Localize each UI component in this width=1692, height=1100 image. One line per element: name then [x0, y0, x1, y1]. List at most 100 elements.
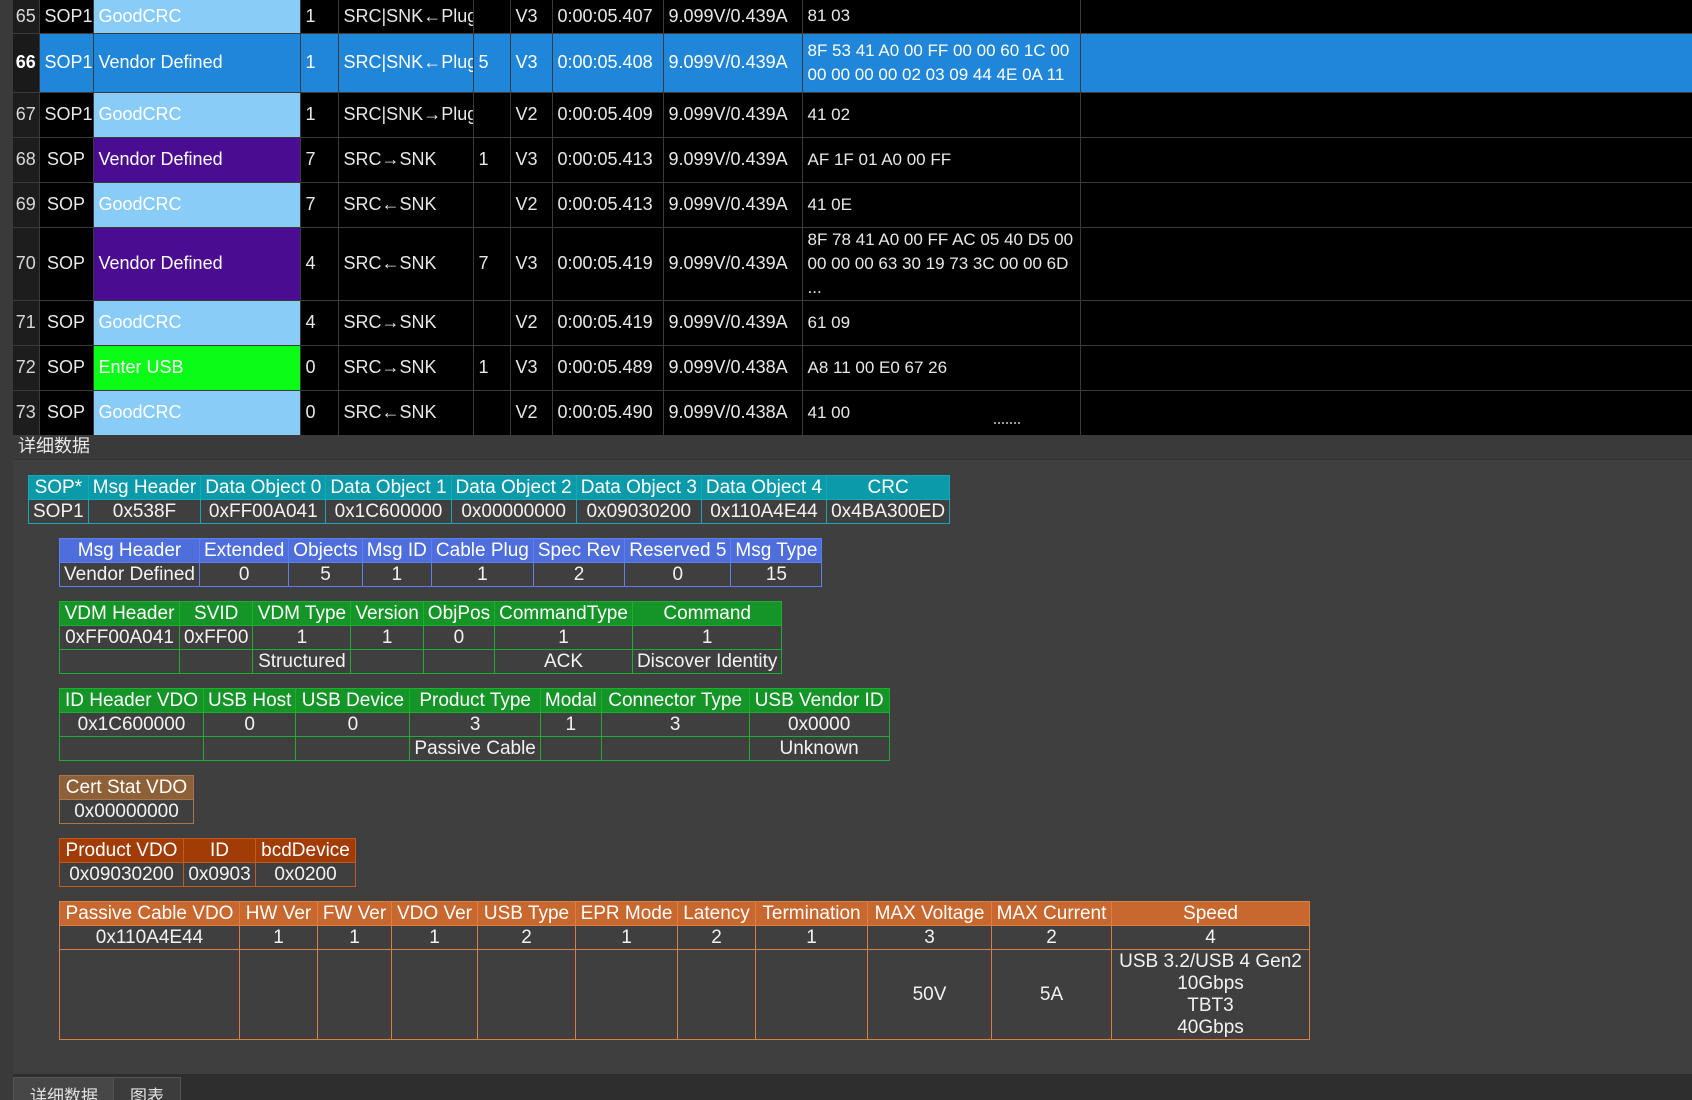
packet-row[interactable]: 70 SOP Vendor Defined 4 SRC←SNK 7 V3 0:00:05.41… — [13, 227, 1692, 301]
packet-index: 69 — [13, 182, 40, 228]
passive-cable-header-cell: Speed — [1111, 901, 1310, 926]
vdm-header-header-cell: Command — [631, 601, 783, 626]
packet-type: GoodCRC — [93, 92, 301, 138]
raw-value-cell: 0xFF00A041 — [200, 499, 327, 524]
msg-header-value-cell: 0 — [198, 562, 290, 587]
packet-vbus: 9.099V/0.439A — [663, 227, 803, 301]
passive-cable-header-cell: FW Ver — [317, 901, 392, 926]
msg-header-value-cell: Vendor Defined — [59, 562, 200, 587]
msg-header-header-cell: Msg Type — [730, 538, 823, 563]
vdm-header-header-cell: VDM Header — [59, 601, 180, 626]
product-header-cell: ID — [183, 838, 256, 863]
id-header-header-cell: USB Device — [295, 688, 411, 713]
passive-cable-value-cell: 1 — [391, 925, 478, 950]
packet-row[interactable]: 72 SOP Enter USB 0 SRC→SNK 1 V3 0:00:05.489 9.09… — [13, 345, 1692, 391]
packet-direction: SRC←SNK — [338, 182, 474, 228]
vdm-header-header-row: VDM Header SVID VDM Type Version ObjPos Comma… — [59, 601, 783, 626]
id-header-decoded-row: Passive Cable Unknown — [59, 736, 890, 761]
packet-direction: SRC→SNK — [338, 137, 474, 183]
passive-cable-header-cell: MAX Voltage — [867, 901, 992, 926]
id-header-decoded-cell — [600, 736, 750, 761]
packet-type: GoodCRC — [93, 390, 301, 436]
packet-rev: V3 — [510, 345, 553, 391]
packet-type: GoodCRC — [93, 300, 301, 346]
packet-row[interactable]: 73 SOP GoodCRC 0 SRC←SNK V2 0:00:05.490 9.099V/… — [13, 390, 1692, 436]
packet-sop: SOP1 — [39, 92, 94, 138]
passive-cable-decoded-cell — [317, 949, 392, 1040]
passive-cable-value-cell: 2 — [477, 925, 576, 950]
vdm-header-header-cell: CommandType — [494, 601, 633, 626]
packet-msg-id: 1 — [300, 92, 339, 138]
packet-msg-id: 1 — [300, 0, 339, 34]
vdm-header-header-cell: VDM Type — [252, 601, 352, 626]
raw-header-cell: Data Object 2 — [450, 475, 577, 500]
packet-direction: SRC←SNK — [338, 227, 474, 301]
packet-type: Vendor Defined — [93, 33, 301, 93]
packet-direction: SRC|SNK←Plug — [338, 0, 474, 34]
packet-list: 65 SOP1 GoodCRC 1 SRC|SNK←Plug V3 0:00:05.407 9… — [13, 0, 1692, 436]
msg-header-header-row: Msg Header Extended Objects Msg ID Cable Plu… — [59, 538, 823, 563]
packet-msg-id: 1 — [300, 33, 339, 93]
raw-header-cell: Data Object 4 — [700, 475, 828, 500]
vdm-header-decoded-cell — [59, 649, 180, 674]
packet-row[interactable]: 67 SOP1 GoodCRC 1 SRC|SNK→Plug V2 0:00:05.409 9… — [13, 92, 1692, 138]
packet-spare-cell — [1080, 33, 1692, 93]
passive-cable-decoded-cell: 5A — [991, 949, 1112, 1040]
raw-value-cell: 0x00000000 — [450, 499, 577, 524]
packet-objects — [473, 300, 511, 346]
product-vdo-table: Product VDO ID bcdDevice 0x09030200 0x0903 0… — [59, 838, 356, 887]
passive-cable-header-cell: HW Ver — [239, 901, 318, 926]
packet-vbus: 9.099V/0.438A — [663, 390, 803, 436]
passive-cable-value-cell: 2 — [677, 925, 756, 950]
passive-cable-header-cell: Passive Cable VDO — [59, 901, 240, 926]
passive-cable-value-cell: 4 — [1111, 925, 1310, 950]
packet-payload: 41 02 — [802, 92, 1081, 138]
packet-index: 72 — [13, 345, 40, 391]
packet-timestamp: 0:00:05.419 — [552, 227, 664, 301]
product-value-cell: 0x0200 — [255, 862, 356, 887]
raw-value-cell: 0x09030200 — [575, 499, 702, 524]
msg-header-header-cell: Msg ID — [361, 538, 432, 563]
tab-detail-data[interactable]: 详细数据 — [13, 1077, 115, 1100]
id-header-decoded-cell — [59, 736, 204, 761]
id-header-vdo-table: ID Header VDO USB Host USB Device Product T… — [59, 688, 890, 761]
packet-timestamp: 0:00:05.408 — [552, 33, 664, 93]
packet-direction: SRC|SNK←Plug — [338, 33, 474, 93]
cert-stat-value-cell: 0x00000000 — [59, 799, 194, 824]
packet-index: 68 — [13, 137, 40, 183]
packet-row[interactable]: 65 SOP1 GoodCRC 1 SRC|SNK←Plug V3 0:00:05.407 9… — [13, 0, 1692, 34]
packet-spare-cell — [1080, 300, 1692, 346]
vdm-header-header-cell: Version — [350, 601, 424, 626]
packet-payload: 81 03 — [802, 0, 1081, 34]
id-header-decoded-cell: Unknown — [748, 736, 890, 761]
packet-msg-id: 7 — [300, 182, 339, 228]
cert-stat-value-row: 0x00000000 — [59, 799, 194, 824]
packet-row[interactable]: 69 SOP GoodCRC 7 SRC←SNK V2 0:00:05.413 9.099V/… — [13, 182, 1692, 228]
cert-stat-header-cell: Cert Stat VDO — [59, 775, 194, 800]
passive-cable-decoded-cell — [59, 949, 240, 1040]
packet-row[interactable]: 66 SOP1 Vendor Defined 1 SRC|SNK←Plug 5 V3 0:00… — [13, 33, 1692, 93]
passive-cable-decoded-cell: 50V — [867, 949, 992, 1040]
packet-rev: V3 — [510, 33, 553, 93]
id-header-value-cell: 3 — [600, 712, 750, 737]
vdm-header-value-cell: 0xFF00 — [178, 625, 254, 650]
passive-cable-decoded-cell — [575, 949, 678, 1040]
packet-index: 65 — [13, 0, 40, 34]
passive-cable-header-cell: EPR Mode — [575, 901, 678, 926]
packet-row[interactable]: 71 SOP GoodCRC 4 SRC→SNK V2 0:00:05.419 9.099V/… — [13, 300, 1692, 346]
id-header-value-row: 0x1C600000 0 0 3 1 3 0x0000 — [59, 712, 890, 737]
packet-rev: V2 — [510, 92, 553, 138]
msg-header-header-cell: Spec Rev — [532, 538, 626, 563]
raw-header-cell: Data Object 0 — [200, 475, 327, 500]
raw-header-cell: SOP* — [28, 475, 89, 500]
passive-cable-header-cell: MAX Current — [991, 901, 1112, 926]
tab-chart[interactable]: 图表 — [113, 1077, 181, 1100]
packet-row[interactable]: 68 SOP Vendor Defined 7 SRC→SNK 1 V3 0:00:05.41… — [13, 137, 1692, 183]
packet-timestamp: 0:00:05.413 — [552, 137, 664, 183]
packet-objects — [473, 182, 511, 228]
packet-rev: V3 — [510, 137, 553, 183]
packet-payload: 61 09 — [802, 300, 1081, 346]
splitter-handle[interactable] — [994, 422, 1020, 424]
packet-rev: V3 — [510, 227, 553, 301]
passive-cable-decoded-cell: USB 3.2/USB 4 Gen2 10Gbps TBT3 40Gbps — [1111, 949, 1310, 1040]
